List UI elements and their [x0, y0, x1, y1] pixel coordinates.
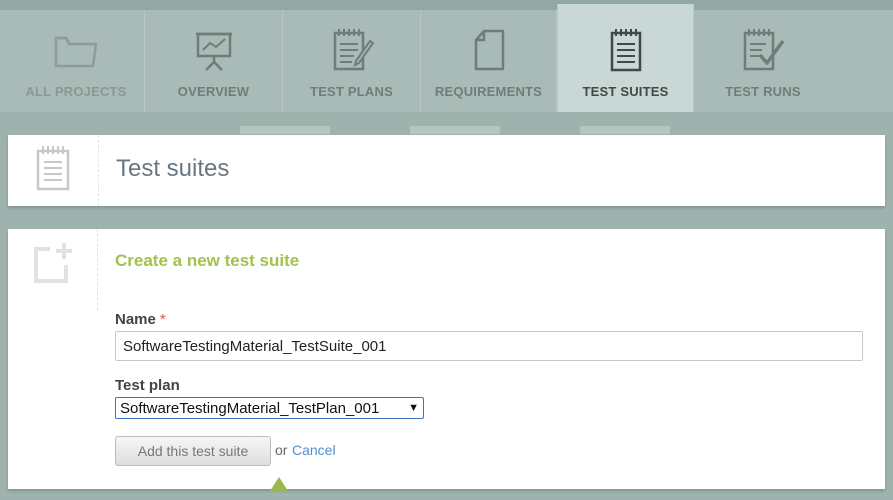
tab-test-suites[interactable]: TEST SUITES	[557, 4, 694, 112]
page-header-icon-area	[8, 135, 99, 206]
section-heading: Create a new test suite	[115, 251, 300, 270]
tab-label: TEST SUITES	[582, 84, 669, 99]
tab-label: ALL PROJECTS	[25, 84, 127, 99]
page-header-panel: Test suites	[8, 135, 885, 206]
folder-icon	[53, 26, 99, 74]
test-plan-select[interactable]: SoftwareTestingMaterial_TestPlan_001 ▼	[115, 397, 424, 419]
or-text: or	[275, 442, 288, 458]
tab-test-runs[interactable]: TEST RUNS	[694, 10, 832, 112]
top-navigation: ALL PROJECTS OVERVIEW TEST PLANS REQUIRE…	[0, 0, 893, 112]
test-plan-label: Test plan	[115, 377, 180, 394]
dropdown-arrow-icon: ▼	[408, 402, 419, 414]
notepad-check-icon	[740, 26, 786, 74]
tab-requirements[interactable]: REQUIREMENTS	[421, 10, 557, 112]
background-stripe	[580, 126, 670, 134]
name-label-text: Name	[115, 311, 156, 328]
required-marker: *	[159, 311, 166, 328]
tab-all-projects[interactable]: ALL PROJECTS	[8, 10, 145, 112]
background-stripe	[410, 126, 500, 134]
tab-overview[interactable]: OVERVIEW	[145, 10, 283, 112]
tab-label: OVERVIEW	[177, 84, 250, 99]
add-test-suite-button[interactable]: Add this test suite	[115, 436, 271, 466]
document-icon	[471, 26, 507, 74]
form-icon-area	[8, 229, 98, 310]
tab-test-plans[interactable]: TEST PLANS	[283, 10, 421, 112]
notepad-pencil-icon	[330, 26, 374, 74]
create-test-suite-panel: Create a new test suite Name* Test plan …	[8, 229, 885, 491]
add-box-icon	[28, 241, 78, 292]
pointer-arrow-icon	[270, 477, 288, 491]
name-label: Name *	[115, 311, 166, 328]
tab-label: TEST RUNS	[725, 84, 801, 99]
test-plan-selected-value: SoftwareTestingMaterial_TestPlan_001	[120, 399, 380, 417]
tab-label: TEST PLANS	[310, 84, 393, 99]
cancel-link[interactable]: Cancel	[292, 442, 336, 458]
background-stripe	[240, 126, 330, 134]
page-title: Test suites	[116, 155, 230, 182]
tab-label: REQUIREMENTS	[434, 84, 543, 99]
notepad-icon	[607, 26, 645, 74]
name-input[interactable]	[115, 331, 863, 361]
presentation-icon	[194, 26, 234, 74]
notepad-icon	[33, 144, 73, 197]
